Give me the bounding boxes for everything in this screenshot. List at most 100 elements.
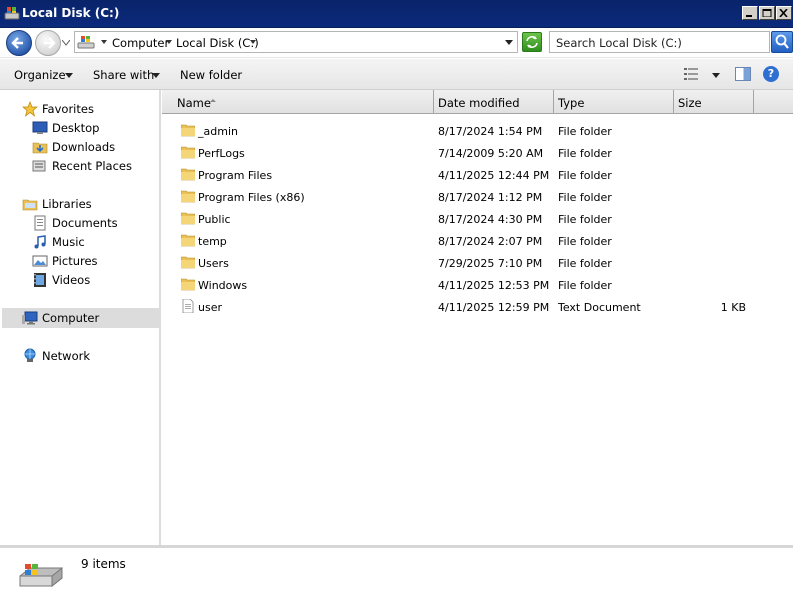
file-name: Public [198,213,231,226]
refresh-icon [526,36,538,48]
file-type: File folder [558,191,612,204]
search-icon [775,34,789,49]
hard-drive-icon [19,564,63,588]
back-button[interactable] [6,30,32,56]
command-bar: Organize Share with New folder ? [0,59,793,90]
change-view-icon[interactable] [684,68,698,80]
address-bar[interactable]: Computer Local Disk (C:) [74,31,518,53]
breadcrumb-computer[interactable]: Computer [112,36,169,50]
documents-icon [34,215,46,231]
libraries-icon [22,199,38,211]
file-name: temp [198,235,227,248]
file-row[interactable]: PerfLogs 7/14/2009 5:20 AM File folder [162,142,793,164]
sort-ascending-icon [210,99,216,102]
column-headers: Name Date modified Type Size [162,90,793,114]
file-date-modified: 4/11/2025 12:53 PM [438,279,550,292]
organize-chevron-down-icon[interactable] [65,73,73,78]
address-row: Computer Local Disk (C:) Search Local Di… [0,28,793,58]
file-name: Windows [198,279,248,292]
view-options-chevron-down-icon[interactable] [712,73,720,78]
column-header-label: Size [678,96,702,110]
desktop-icon [32,121,48,134]
file-date-modified: 4/11/2025 12:44 PM [438,169,550,182]
nav-label: Pictures [52,254,98,268]
network-icon [24,348,36,362]
file-date-modified: 8/17/2024 2:07 PM [438,235,543,248]
breadcrumb-chevron-icon[interactable] [101,40,107,44]
maximize-icon [762,9,772,17]
pictures-icon [32,255,48,267]
file-row[interactable]: Public 8/17/2024 4:30 PM File folder [162,208,793,230]
folder-icon [181,146,195,159]
file-type: Text Document [558,301,641,314]
file-date-modified: 8/17/2024 1:12 PM [438,191,543,204]
file-list[interactable]: _admin 8/17/2024 1:54 PM File folder PerfLo… [162,114,793,545]
nav-label: Desktop [52,121,100,135]
minimize-button[interactable] [742,6,758,20]
file-row[interactable]: Program Files (x86) 8/17/2024 1:12 PM File… [162,186,793,208]
folder-icon [181,124,195,137]
file-row[interactable]: Users 7/29/2025 7:10 PM File folder [162,252,793,274]
file-date-modified: 7/14/2009 5:20 AM [438,147,544,160]
details-pane: 9 items [0,545,793,601]
file-row[interactable]: Program Files 4/11/2025 12:44 PM File fold… [162,164,793,186]
column-header-name[interactable]: Name [162,90,434,113]
share-with-button[interactable]: Share with [93,68,154,82]
navigation-pane[interactable]: Favorites Desktop Downloads Recent Place… [0,90,161,545]
share-with-chevron-down-icon[interactable] [152,73,160,78]
column-header-date-modified[interactable]: Date modified [434,90,554,113]
maximize-button[interactable] [759,6,775,20]
title-bar[interactable]: Local Disk (C:) [0,0,793,28]
computer-drive-icon [77,36,95,49]
column-header-size[interactable]: Size [674,90,754,113]
file-date-modified: 8/17/2024 1:54 PM [438,125,543,138]
nav-label: Videos [52,273,91,287]
nav-label: Documents [52,216,118,230]
file-name: Users [198,257,229,270]
nav-label: Downloads [52,140,116,154]
close-button[interactable] [776,6,792,20]
breadcrumb-chevron-icon[interactable] [166,40,172,44]
address-history-chevron-down-icon[interactable] [505,40,513,45]
search-placeholder: Search Local Disk (C:) [556,36,682,50]
folder-icon [181,234,195,247]
column-header-type[interactable]: Type [554,90,674,113]
nav-label: Libraries [42,197,92,211]
search-button[interactable] [771,31,793,53]
file-date-modified: 8/17/2024 4:30 PM [438,213,543,226]
file-type: File folder [558,125,612,138]
forward-button[interactable] [35,30,61,56]
file-name: Program Files [198,169,273,182]
recent-pages-chevron-down-icon[interactable] [62,40,70,46]
drive-icon [4,7,20,20]
file-type: File folder [558,147,612,160]
music-icon [34,235,46,249]
breadcrumb-chevron-icon[interactable] [250,40,256,44]
nav-label: Music [52,235,85,249]
file-name: Program Files (x86) [198,191,305,204]
file-row[interactable]: Windows 4/11/2025 12:53 PM File folder [162,274,793,296]
new-folder-button[interactable]: New folder [180,68,242,82]
help-icon[interactable]: ? [763,66,779,82]
preview-pane-icon[interactable] [735,67,751,81]
file-type: File folder [558,235,612,248]
star-icon [22,101,38,117]
file-date-modified: 4/11/2025 12:59 PM [438,301,550,314]
file-row[interactable]: temp 8/17/2024 2:07 PM File folder [162,230,793,252]
file-type: File folder [558,279,612,292]
file-date-modified: 7/29/2025 7:10 PM [438,257,543,270]
nav-label: Computer [42,311,100,325]
organize-button[interactable]: Organize [14,68,66,82]
nav-label: Favorites [42,102,94,116]
file-row[interactable]: user 4/11/2025 12:59 PM Text Document 1 KB [162,296,793,318]
breadcrumb-local-disk[interactable]: Local Disk (C:) [176,36,259,50]
search-input[interactable]: Search Local Disk (C:) [549,31,770,53]
column-header-label: Type [558,96,585,110]
refresh-button[interactable] [522,32,542,52]
folder-icon [181,190,195,203]
nav-label: Recent Places [52,159,132,173]
nav-label: Network [42,349,91,363]
file-row[interactable]: _admin 8/17/2024 1:54 PM File folder [162,120,793,142]
file-name: user [198,301,222,314]
folder-icon [181,278,195,291]
